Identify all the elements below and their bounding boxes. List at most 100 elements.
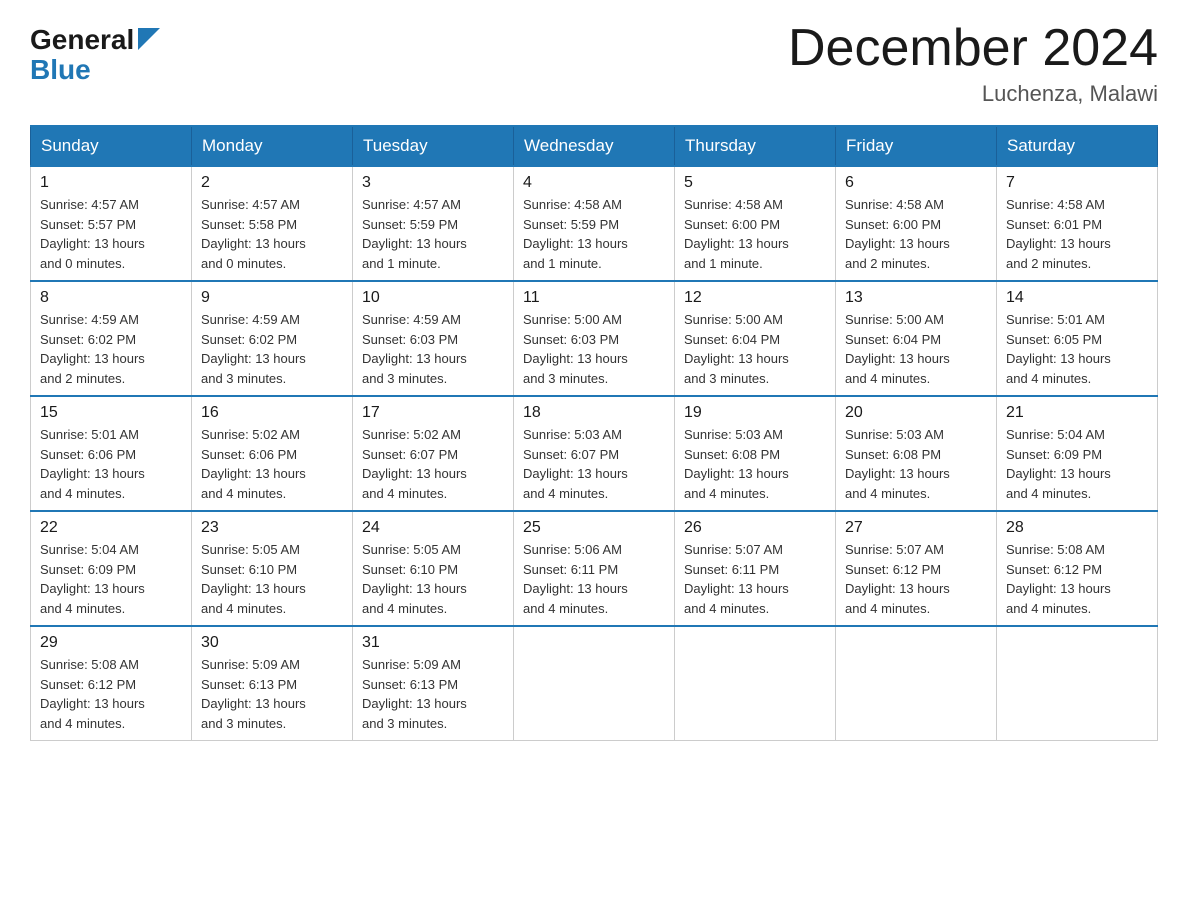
day-number: 3 xyxy=(362,174,504,192)
day-info: Sunrise: 5:04 AM Sunset: 6:09 PM Dayligh… xyxy=(1006,425,1148,503)
day-number: 22 xyxy=(40,519,182,537)
calendar-header-thursday: Thursday xyxy=(675,126,836,166)
calendar-cell xyxy=(675,626,836,741)
day-number: 31 xyxy=(362,634,504,652)
calendar-cell: 3 Sunrise: 4:57 AM Sunset: 5:59 PM Dayli… xyxy=(353,166,514,281)
calendar-cell: 15 Sunrise: 5:01 AM Sunset: 6:06 PM Dayl… xyxy=(31,396,192,511)
calendar-cell: 1 Sunrise: 4:57 AM Sunset: 5:57 PM Dayli… xyxy=(31,166,192,281)
day-info: Sunrise: 5:07 AM Sunset: 6:12 PM Dayligh… xyxy=(845,540,987,618)
calendar-cell: 30 Sunrise: 5:09 AM Sunset: 6:13 PM Dayl… xyxy=(192,626,353,741)
day-number: 19 xyxy=(684,404,826,422)
day-number: 21 xyxy=(1006,404,1148,422)
day-info: Sunrise: 5:02 AM Sunset: 6:07 PM Dayligh… xyxy=(362,425,504,503)
calendar-cell: 2 Sunrise: 4:57 AM Sunset: 5:58 PM Dayli… xyxy=(192,166,353,281)
calendar-cell: 7 Sunrise: 4:58 AM Sunset: 6:01 PM Dayli… xyxy=(997,166,1158,281)
calendar-cell: 10 Sunrise: 4:59 AM Sunset: 6:03 PM Dayl… xyxy=(353,281,514,396)
calendar-cell: 5 Sunrise: 4:58 AM Sunset: 6:00 PM Dayli… xyxy=(675,166,836,281)
calendar-cell: 26 Sunrise: 5:07 AM Sunset: 6:11 PM Dayl… xyxy=(675,511,836,626)
calendar-header-saturday: Saturday xyxy=(997,126,1158,166)
day-info: Sunrise: 5:05 AM Sunset: 6:10 PM Dayligh… xyxy=(201,540,343,618)
day-info: Sunrise: 4:57 AM Sunset: 5:57 PM Dayligh… xyxy=(40,195,182,273)
logo: General Blue xyxy=(30,24,160,86)
day-number: 2 xyxy=(201,174,343,192)
day-number: 18 xyxy=(523,404,665,422)
calendar-cell: 31 Sunrise: 5:09 AM Sunset: 6:13 PM Dayl… xyxy=(353,626,514,741)
calendar-cell: 18 Sunrise: 5:03 AM Sunset: 6:07 PM Dayl… xyxy=(514,396,675,511)
day-info: Sunrise: 5:00 AM Sunset: 6:04 PM Dayligh… xyxy=(684,310,826,388)
logo-arrow-icon xyxy=(138,28,160,55)
day-info: Sunrise: 5:03 AM Sunset: 6:08 PM Dayligh… xyxy=(845,425,987,503)
day-number: 1 xyxy=(40,174,182,192)
day-info: Sunrise: 4:58 AM Sunset: 5:59 PM Dayligh… xyxy=(523,195,665,273)
day-number: 10 xyxy=(362,289,504,307)
day-number: 4 xyxy=(523,174,665,192)
day-info: Sunrise: 5:06 AM Sunset: 6:11 PM Dayligh… xyxy=(523,540,665,618)
day-info: Sunrise: 5:00 AM Sunset: 6:03 PM Dayligh… xyxy=(523,310,665,388)
day-number: 17 xyxy=(362,404,504,422)
day-info: Sunrise: 5:09 AM Sunset: 6:13 PM Dayligh… xyxy=(362,655,504,733)
calendar-cell: 29 Sunrise: 5:08 AM Sunset: 6:12 PM Dayl… xyxy=(31,626,192,741)
day-info: Sunrise: 5:02 AM Sunset: 6:06 PM Dayligh… xyxy=(201,425,343,503)
day-info: Sunrise: 4:58 AM Sunset: 6:00 PM Dayligh… xyxy=(845,195,987,273)
calendar-cell: 6 Sunrise: 4:58 AM Sunset: 6:00 PM Dayli… xyxy=(836,166,997,281)
calendar-cell: 9 Sunrise: 4:59 AM Sunset: 6:02 PM Dayli… xyxy=(192,281,353,396)
day-number: 26 xyxy=(684,519,826,537)
title-area: December 2024 Luchenza, Malawi xyxy=(788,20,1158,107)
day-number: 24 xyxy=(362,519,504,537)
calendar-cell: 8 Sunrise: 4:59 AM Sunset: 6:02 PM Dayli… xyxy=(31,281,192,396)
calendar-cell: 4 Sunrise: 4:58 AM Sunset: 5:59 PM Dayli… xyxy=(514,166,675,281)
calendar-week-row: 29 Sunrise: 5:08 AM Sunset: 6:12 PM Dayl… xyxy=(31,626,1158,741)
day-info: Sunrise: 5:07 AM Sunset: 6:11 PM Dayligh… xyxy=(684,540,826,618)
day-info: Sunrise: 4:58 AM Sunset: 6:01 PM Dayligh… xyxy=(1006,195,1148,273)
day-number: 14 xyxy=(1006,289,1148,307)
logo-general-text: General xyxy=(30,24,134,56)
day-info: Sunrise: 5:05 AM Sunset: 6:10 PM Dayligh… xyxy=(362,540,504,618)
calendar-cell: 21 Sunrise: 5:04 AM Sunset: 6:09 PM Dayl… xyxy=(997,396,1158,511)
page-header: General Blue December 2024 Luchenza, Mal… xyxy=(30,20,1158,107)
day-number: 25 xyxy=(523,519,665,537)
day-number: 30 xyxy=(201,634,343,652)
day-info: Sunrise: 5:08 AM Sunset: 6:12 PM Dayligh… xyxy=(40,655,182,733)
day-info: Sunrise: 4:57 AM Sunset: 5:58 PM Dayligh… xyxy=(201,195,343,273)
calendar-cell: 27 Sunrise: 5:07 AM Sunset: 6:12 PM Dayl… xyxy=(836,511,997,626)
day-number: 27 xyxy=(845,519,987,537)
calendar-week-row: 8 Sunrise: 4:59 AM Sunset: 6:02 PM Dayli… xyxy=(31,281,1158,396)
calendar-cell: 20 Sunrise: 5:03 AM Sunset: 6:08 PM Dayl… xyxy=(836,396,997,511)
calendar-cell: 14 Sunrise: 5:01 AM Sunset: 6:05 PM Dayl… xyxy=(997,281,1158,396)
calendar-cell xyxy=(836,626,997,741)
calendar-header-tuesday: Tuesday xyxy=(353,126,514,166)
day-info: Sunrise: 5:04 AM Sunset: 6:09 PM Dayligh… xyxy=(40,540,182,618)
calendar-week-row: 22 Sunrise: 5:04 AM Sunset: 6:09 PM Dayl… xyxy=(31,511,1158,626)
day-info: Sunrise: 5:03 AM Sunset: 6:08 PM Dayligh… xyxy=(684,425,826,503)
calendar-table: SundayMondayTuesdayWednesdayThursdayFrid… xyxy=(30,125,1158,741)
day-number: 16 xyxy=(201,404,343,422)
day-number: 11 xyxy=(523,289,665,307)
calendar-header-wednesday: Wednesday xyxy=(514,126,675,166)
calendar-header-sunday: Sunday xyxy=(31,126,192,166)
calendar-cell xyxy=(514,626,675,741)
calendar-week-row: 15 Sunrise: 5:01 AM Sunset: 6:06 PM Dayl… xyxy=(31,396,1158,511)
calendar-cell: 16 Sunrise: 5:02 AM Sunset: 6:06 PM Dayl… xyxy=(192,396,353,511)
calendar-header-row: SundayMondayTuesdayWednesdayThursdayFrid… xyxy=(31,126,1158,166)
day-number: 28 xyxy=(1006,519,1148,537)
day-info: Sunrise: 5:01 AM Sunset: 6:06 PM Dayligh… xyxy=(40,425,182,503)
calendar-cell: 24 Sunrise: 5:05 AM Sunset: 6:10 PM Dayl… xyxy=(353,511,514,626)
day-number: 12 xyxy=(684,289,826,307)
day-info: Sunrise: 5:00 AM Sunset: 6:04 PM Dayligh… xyxy=(845,310,987,388)
calendar-header-monday: Monday xyxy=(192,126,353,166)
day-info: Sunrise: 5:08 AM Sunset: 6:12 PM Dayligh… xyxy=(1006,540,1148,618)
calendar-cell: 17 Sunrise: 5:02 AM Sunset: 6:07 PM Dayl… xyxy=(353,396,514,511)
day-info: Sunrise: 4:59 AM Sunset: 6:02 PM Dayligh… xyxy=(40,310,182,388)
day-info: Sunrise: 4:59 AM Sunset: 6:02 PM Dayligh… xyxy=(201,310,343,388)
day-number: 29 xyxy=(40,634,182,652)
day-info: Sunrise: 4:58 AM Sunset: 6:00 PM Dayligh… xyxy=(684,195,826,273)
day-info: Sunrise: 5:03 AM Sunset: 6:07 PM Dayligh… xyxy=(523,425,665,503)
day-info: Sunrise: 4:59 AM Sunset: 6:03 PM Dayligh… xyxy=(362,310,504,388)
day-number: 7 xyxy=(1006,174,1148,192)
day-number: 13 xyxy=(845,289,987,307)
calendar-cell: 19 Sunrise: 5:03 AM Sunset: 6:08 PM Dayl… xyxy=(675,396,836,511)
day-number: 15 xyxy=(40,404,182,422)
day-info: Sunrise: 4:57 AM Sunset: 5:59 PM Dayligh… xyxy=(362,195,504,273)
calendar-week-row: 1 Sunrise: 4:57 AM Sunset: 5:57 PM Dayli… xyxy=(31,166,1158,281)
calendar-cell xyxy=(997,626,1158,741)
